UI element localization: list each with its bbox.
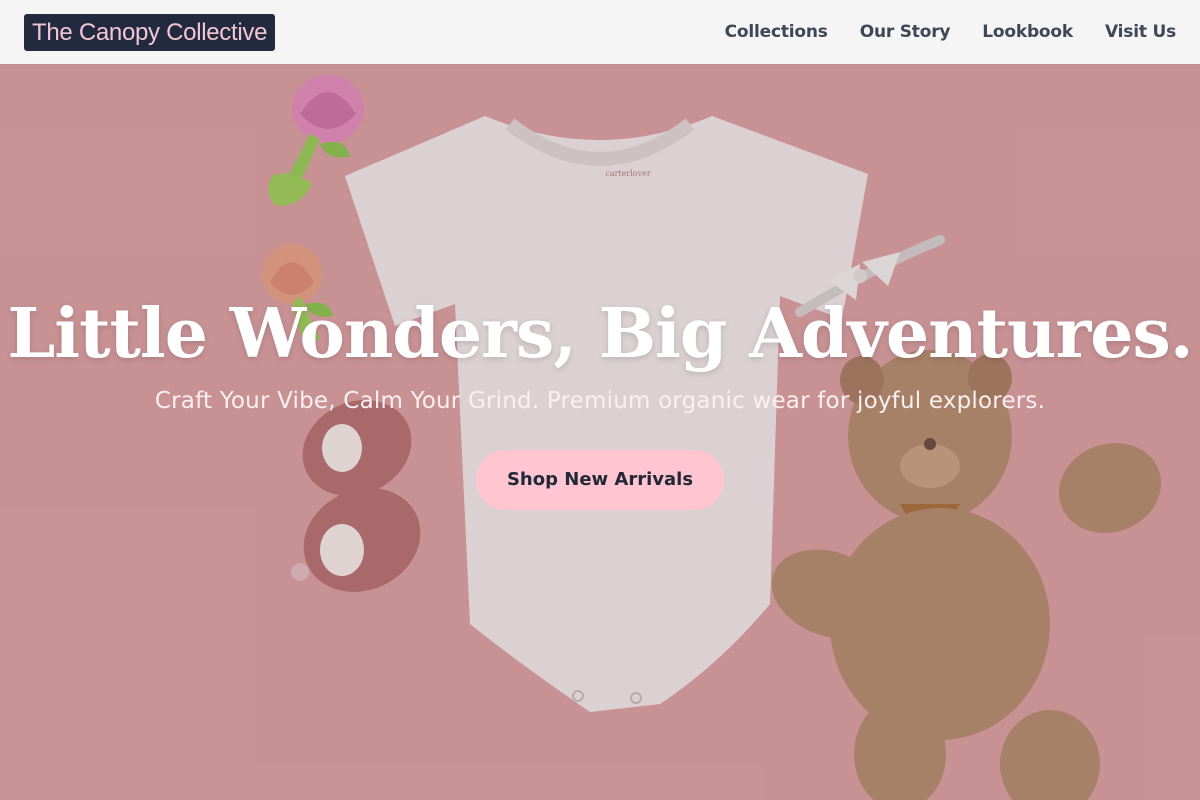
hero-subtitle: Craft Your Vibe, Calm Your Grind. Premiu… xyxy=(154,388,1046,414)
hero-section: carterlover Little Wonders, Big Adventur… xyxy=(0,64,1200,800)
main-nav: Collections Our Story Lookbook Visit Us xyxy=(725,22,1177,42)
nav-link-lookbook[interactable]: Lookbook xyxy=(982,22,1073,42)
shop-new-arrivals-button[interactable]: Shop New Arrivals xyxy=(476,450,724,510)
top-navigation-bar: The Canopy Collective Collections Our St… xyxy=(0,0,1200,64)
brand-logo[interactable]: The Canopy Collective xyxy=(24,13,276,51)
nav-link-visit-us[interactable]: Visit Us xyxy=(1105,22,1176,42)
nav-link-our-story[interactable]: Our Story xyxy=(860,22,951,42)
hero-title: Little Wonders, Big Adventures. xyxy=(7,294,1193,374)
nav-link-collections[interactable]: Collections xyxy=(725,22,828,42)
hero-content: Little Wonders, Big Adventures. Craft Yo… xyxy=(0,294,1200,510)
